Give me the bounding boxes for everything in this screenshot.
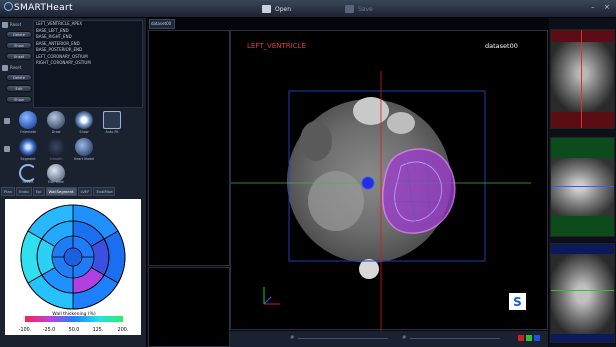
tool-label: Draw — [51, 130, 61, 134]
tick-label: 200. — [118, 327, 129, 333]
slice-slider-right[interactable] — [410, 338, 500, 339]
tab-epi[interactable]: Epi — [32, 187, 45, 196]
viewport-small-bottom[interactable] — [148, 267, 230, 347]
tab-plan[interactable]: Plan — [1, 187, 16, 196]
thumbnail-image — [551, 158, 614, 216]
folder-icon — [262, 5, 271, 13]
thumbnail-image — [551, 42, 614, 112]
thumbnail-red-view[interactable] — [550, 29, 615, 129]
landmark-list[interactable]: LEFT_VENTRICLE_APEX BASE_LEFT_END BASE_R… — [33, 20, 143, 108]
tab-dataset[interactable]: dataset00 — [149, 19, 175, 29]
tick-label: 50.0 — [69, 327, 80, 333]
slider-left-marker[interactable]: # — [290, 335, 294, 341]
orientation-letter: S — [513, 295, 522, 309]
aorta-shape — [353, 97, 389, 125]
draw-tool-icon[interactable] — [47, 111, 65, 129]
thumbnail-crosshair — [551, 186, 614, 187]
tick-label: -100. — [19, 327, 31, 333]
analysis-tabs: Plan Endo Epi WallSegment LVEF EvalMod — [1, 187, 116, 197]
delete-button-1[interactable]: Delete — [6, 31, 32, 38]
delete-button-2[interactable]: Delete — [6, 74, 32, 81]
slice-slider-left[interactable] — [298, 338, 388, 339]
tick-label: 125. — [93, 327, 104, 333]
structure-label: LEFT_VENTRICLE — [247, 42, 306, 50]
app-logo: SMARTHeart — [4, 2, 73, 13]
thumbnail-blue-view[interactable] — [550, 243, 615, 343]
title-bar: SMARTHeart Open Save – × — [0, 0, 616, 18]
disk-icon — [345, 5, 354, 13]
tab-lvef[interactable]: LVEF — [77, 187, 93, 196]
app-title: SMARTHeart — [14, 3, 73, 13]
logo-circle-icon — [4, 2, 13, 11]
thumbnail-image — [551, 254, 614, 334]
left-panel: Reset Delete Show Unset Reset Delete Edi… — [0, 18, 147, 347]
edit-button[interactable]: Edit — [6, 85, 32, 92]
tab-wallsegment[interactable]: WallSegment — [45, 187, 77, 196]
reset-checkbox-2[interactable] — [2, 65, 8, 71]
tab-evalmod[interactable]: EvalMod — [93, 187, 116, 196]
tab-endo[interactable]: Endo — [16, 187, 32, 196]
spine-shape — [359, 259, 379, 279]
pulmonary-shape — [387, 112, 415, 134]
save-label: Save — [358, 5, 373, 13]
segment-icon[interactable] — [19, 138, 37, 156]
bullseye-panel: Wall thickening (%) -100. -25.0 50.0 125… — [5, 199, 141, 335]
orientate-tool-icon[interactable] — [19, 111, 37, 129]
open-label: Open — [275, 5, 292, 13]
thumbnail-crosshair — [581, 30, 582, 128]
save-button[interactable]: Save — [345, 1, 373, 17]
viewer-area: dataset00 LEFT_VENTRICLE dataset00 S # # — [148, 18, 549, 347]
thumbnail-panel — [549, 18, 616, 347]
landmark-marker[interactable] — [361, 176, 375, 190]
main-viewport[interactable]: LEFT_VENTRICLE dataset00 S — [230, 30, 548, 331]
reset-label-2: Reset — [10, 65, 22, 70]
application-window: SMARTHeart Open Save – × Reset Delete Sh… — [0, 0, 616, 347]
tool-label: Smooth — [49, 157, 63, 161]
open-button[interactable]: Open — [262, 1, 291, 17]
tool-label: Auto Fit — [105, 130, 119, 134]
viewer-bottom-bar: # # — [230, 331, 548, 347]
tool-label: Orientate — [19, 130, 37, 134]
unset-button[interactable]: Unset — [6, 53, 32, 60]
smooth-icon[interactable] — [47, 138, 65, 156]
show-button-1[interactable]: Show — [6, 42, 32, 49]
auto-fit-icon[interactable] — [103, 111, 121, 129]
axis-z-marker — [263, 296, 272, 305]
viewport-small-top[interactable] — [148, 30, 230, 266]
tool-label: Show — [79, 130, 89, 134]
bullseye-plot: Wall thickening (%) -100. -25.0 50.0 125… — [19, 204, 129, 333]
dataset-label: dataset00 — [485, 42, 518, 50]
blue-view-toggle[interactable] — [534, 335, 540, 341]
slider-right-marker[interactable]: # — [402, 335, 406, 341]
close-button[interactable]: × — [604, 3, 610, 11]
tool-label: Revert — [22, 180, 34, 184]
heart-model-icon[interactable] — [75, 138, 93, 156]
reset-checkbox-1[interactable] — [2, 22, 8, 28]
red-view-toggle[interactable] — [518, 335, 524, 341]
thumbnail-crosshair — [551, 290, 614, 291]
minimize-button[interactable]: – — [591, 3, 595, 11]
right-ventricle-shape — [308, 171, 364, 231]
thumbnail-green-view[interactable] — [550, 137, 615, 237]
tool-label: Edit View — [48, 180, 64, 184]
reset-label-1: Reset — [10, 22, 22, 27]
tool-group-toggle-2[interactable] — [4, 146, 10, 152]
lung-shadow — [300, 121, 332, 161]
colorbar-title: Wall thickening (%) — [52, 311, 96, 317]
list-item[interactable]: RIGHT_CORONARY_OSTIUM — [34, 60, 142, 67]
tool-group-toggle-1[interactable] — [4, 118, 10, 124]
show-button-2[interactable]: Show — [6, 96, 32, 103]
tick-label: -25.0 — [43, 327, 55, 333]
tool-label: Heart Model — [73, 157, 95, 161]
tool-label: Segment — [20, 157, 36, 161]
eye-icon[interactable] — [75, 111, 93, 129]
ct-slice-image: LEFT_VENTRICLE dataset00 S — [231, 42, 531, 331]
green-view-toggle[interactable] — [526, 335, 532, 341]
